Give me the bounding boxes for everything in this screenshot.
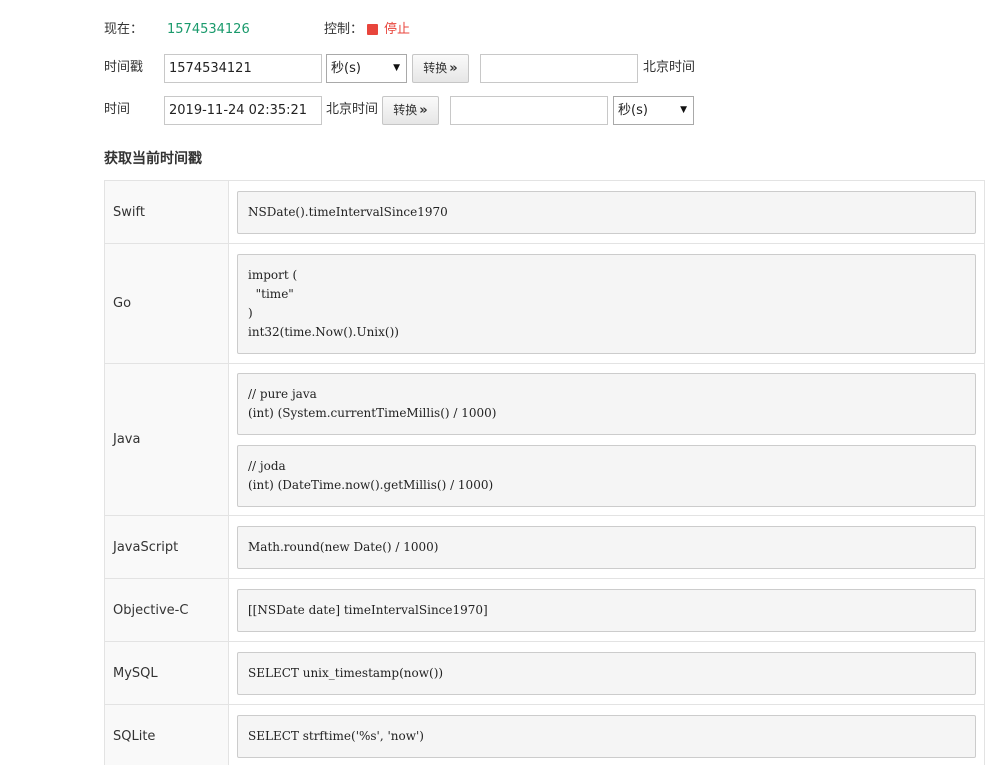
timestamp-unit-value: 秒(s)	[331, 61, 361, 76]
section-title: 获取当前时间戳	[104, 151, 202, 167]
now-label: 现在：	[104, 22, 144, 37]
language-name: Objective-C	[104, 578, 229, 642]
language-name: Java	[104, 363, 229, 516]
timestamp-result-output[interactable]	[480, 54, 638, 83]
date-to-timestamp-row: 时间 北京时间 转换» 秒(s) ▼	[0, 96, 994, 126]
current-timestamp: 1574534126	[167, 22, 250, 37]
code-block: SELECT unix_timestamp(now())	[237, 651, 976, 695]
table-row: SQLite SELECT strftime('%s', 'now')	[104, 704, 985, 765]
code-block: SELECT strftime('%s', 'now')	[237, 714, 976, 758]
timestamp-to-date-row: 时间戳 秒(s) ▼ 转换» 北京时间	[0, 54, 994, 84]
language-name: JavaScript	[104, 515, 229, 579]
code-cell: [[NSDate date] timeIntervalSince1970]	[228, 578, 985, 642]
double-chevron-right-icon: »	[419, 103, 428, 118]
table-row: Go import ( "time" ) int32(time.Now().Un…	[104, 243, 985, 364]
status-row: 现在： 1574534126 控制： 停止	[0, 20, 994, 50]
double-chevron-right-icon: »	[449, 61, 458, 76]
timestamp-converter-page: 现在： 1574534126 控制： 停止 时间戳 秒(s) ▼ 转换» 北京时…	[0, 0, 994, 765]
datetime-input[interactable]	[164, 96, 322, 125]
timestamp-label: 时间戳	[104, 60, 144, 75]
code-cell: import ( "time" ) int32(time.Now().Unix(…	[228, 243, 985, 364]
table-row: JavaScript Math.round(new Date() / 1000)	[104, 515, 985, 579]
datetime-input-timezone: 北京时间	[326, 102, 379, 117]
convert-label: 转换	[423, 61, 448, 75]
stop-button[interactable]: 停止	[384, 22, 410, 38]
code-cell: Math.round(new Date() / 1000)	[228, 515, 985, 579]
timestamp-unit-select[interactable]: 秒(s) ▼	[326, 54, 407, 83]
code-block: Math.round(new Date() / 1000)	[237, 525, 976, 569]
timestamp-result-timezone: 北京时间	[643, 60, 696, 75]
code-cell: NSDate().timeIntervalSince1970	[228, 180, 985, 244]
language-name: MySQL	[104, 641, 229, 705]
code-block: import ( "time" ) int32(time.Now().Unix(…	[237, 253, 976, 354]
code-cell: SELECT unix_timestamp(now())	[228, 641, 985, 705]
datetime-convert-button[interactable]: 转换»	[382, 96, 439, 125]
convert-label: 转换	[393, 103, 418, 117]
language-name: Go	[104, 243, 229, 364]
stop-icon[interactable]	[367, 24, 378, 35]
chevron-down-icon: ▼	[393, 63, 400, 73]
timestamp-convert-button[interactable]: 转换»	[412, 54, 469, 83]
code-cell: // pure java (int) (System.currentTimeMi…	[228, 363, 985, 516]
language-name: SQLite	[104, 704, 229, 765]
table-row: MySQL SELECT unix_timestamp(now())	[104, 641, 985, 705]
language-snippets-table: Swift NSDate().timeIntervalSince1970 Go …	[104, 180, 985, 765]
datetime-label: 时间	[104, 102, 131, 117]
code-block: [[NSDate date] timeIntervalSince1970]	[237, 588, 976, 632]
timestamp-input[interactable]	[164, 54, 322, 83]
table-row: Objective-C [[NSDate date] timeIntervalS…	[104, 578, 985, 642]
code-block: // pure java (int) (System.currentTimeMi…	[237, 372, 976, 435]
code-block: // joda (int) (DateTime.now().getMillis(…	[237, 444, 976, 507]
language-name: Swift	[104, 180, 229, 244]
control-label: 控制：	[324, 22, 364, 37]
table-row: Java // pure java (int) (System.currentT…	[104, 363, 985, 516]
datetime-unit-value: 秒(s)	[618, 103, 648, 118]
table-row: Swift NSDate().timeIntervalSince1970	[104, 180, 985, 244]
code-block: NSDate().timeIntervalSince1970	[237, 190, 976, 234]
code-cell: SELECT strftime('%s', 'now')	[228, 704, 985, 765]
datetime-result-output[interactable]	[450, 96, 608, 125]
datetime-unit-select[interactable]: 秒(s) ▼	[613, 96, 694, 125]
chevron-down-icon: ▼	[680, 105, 687, 115]
